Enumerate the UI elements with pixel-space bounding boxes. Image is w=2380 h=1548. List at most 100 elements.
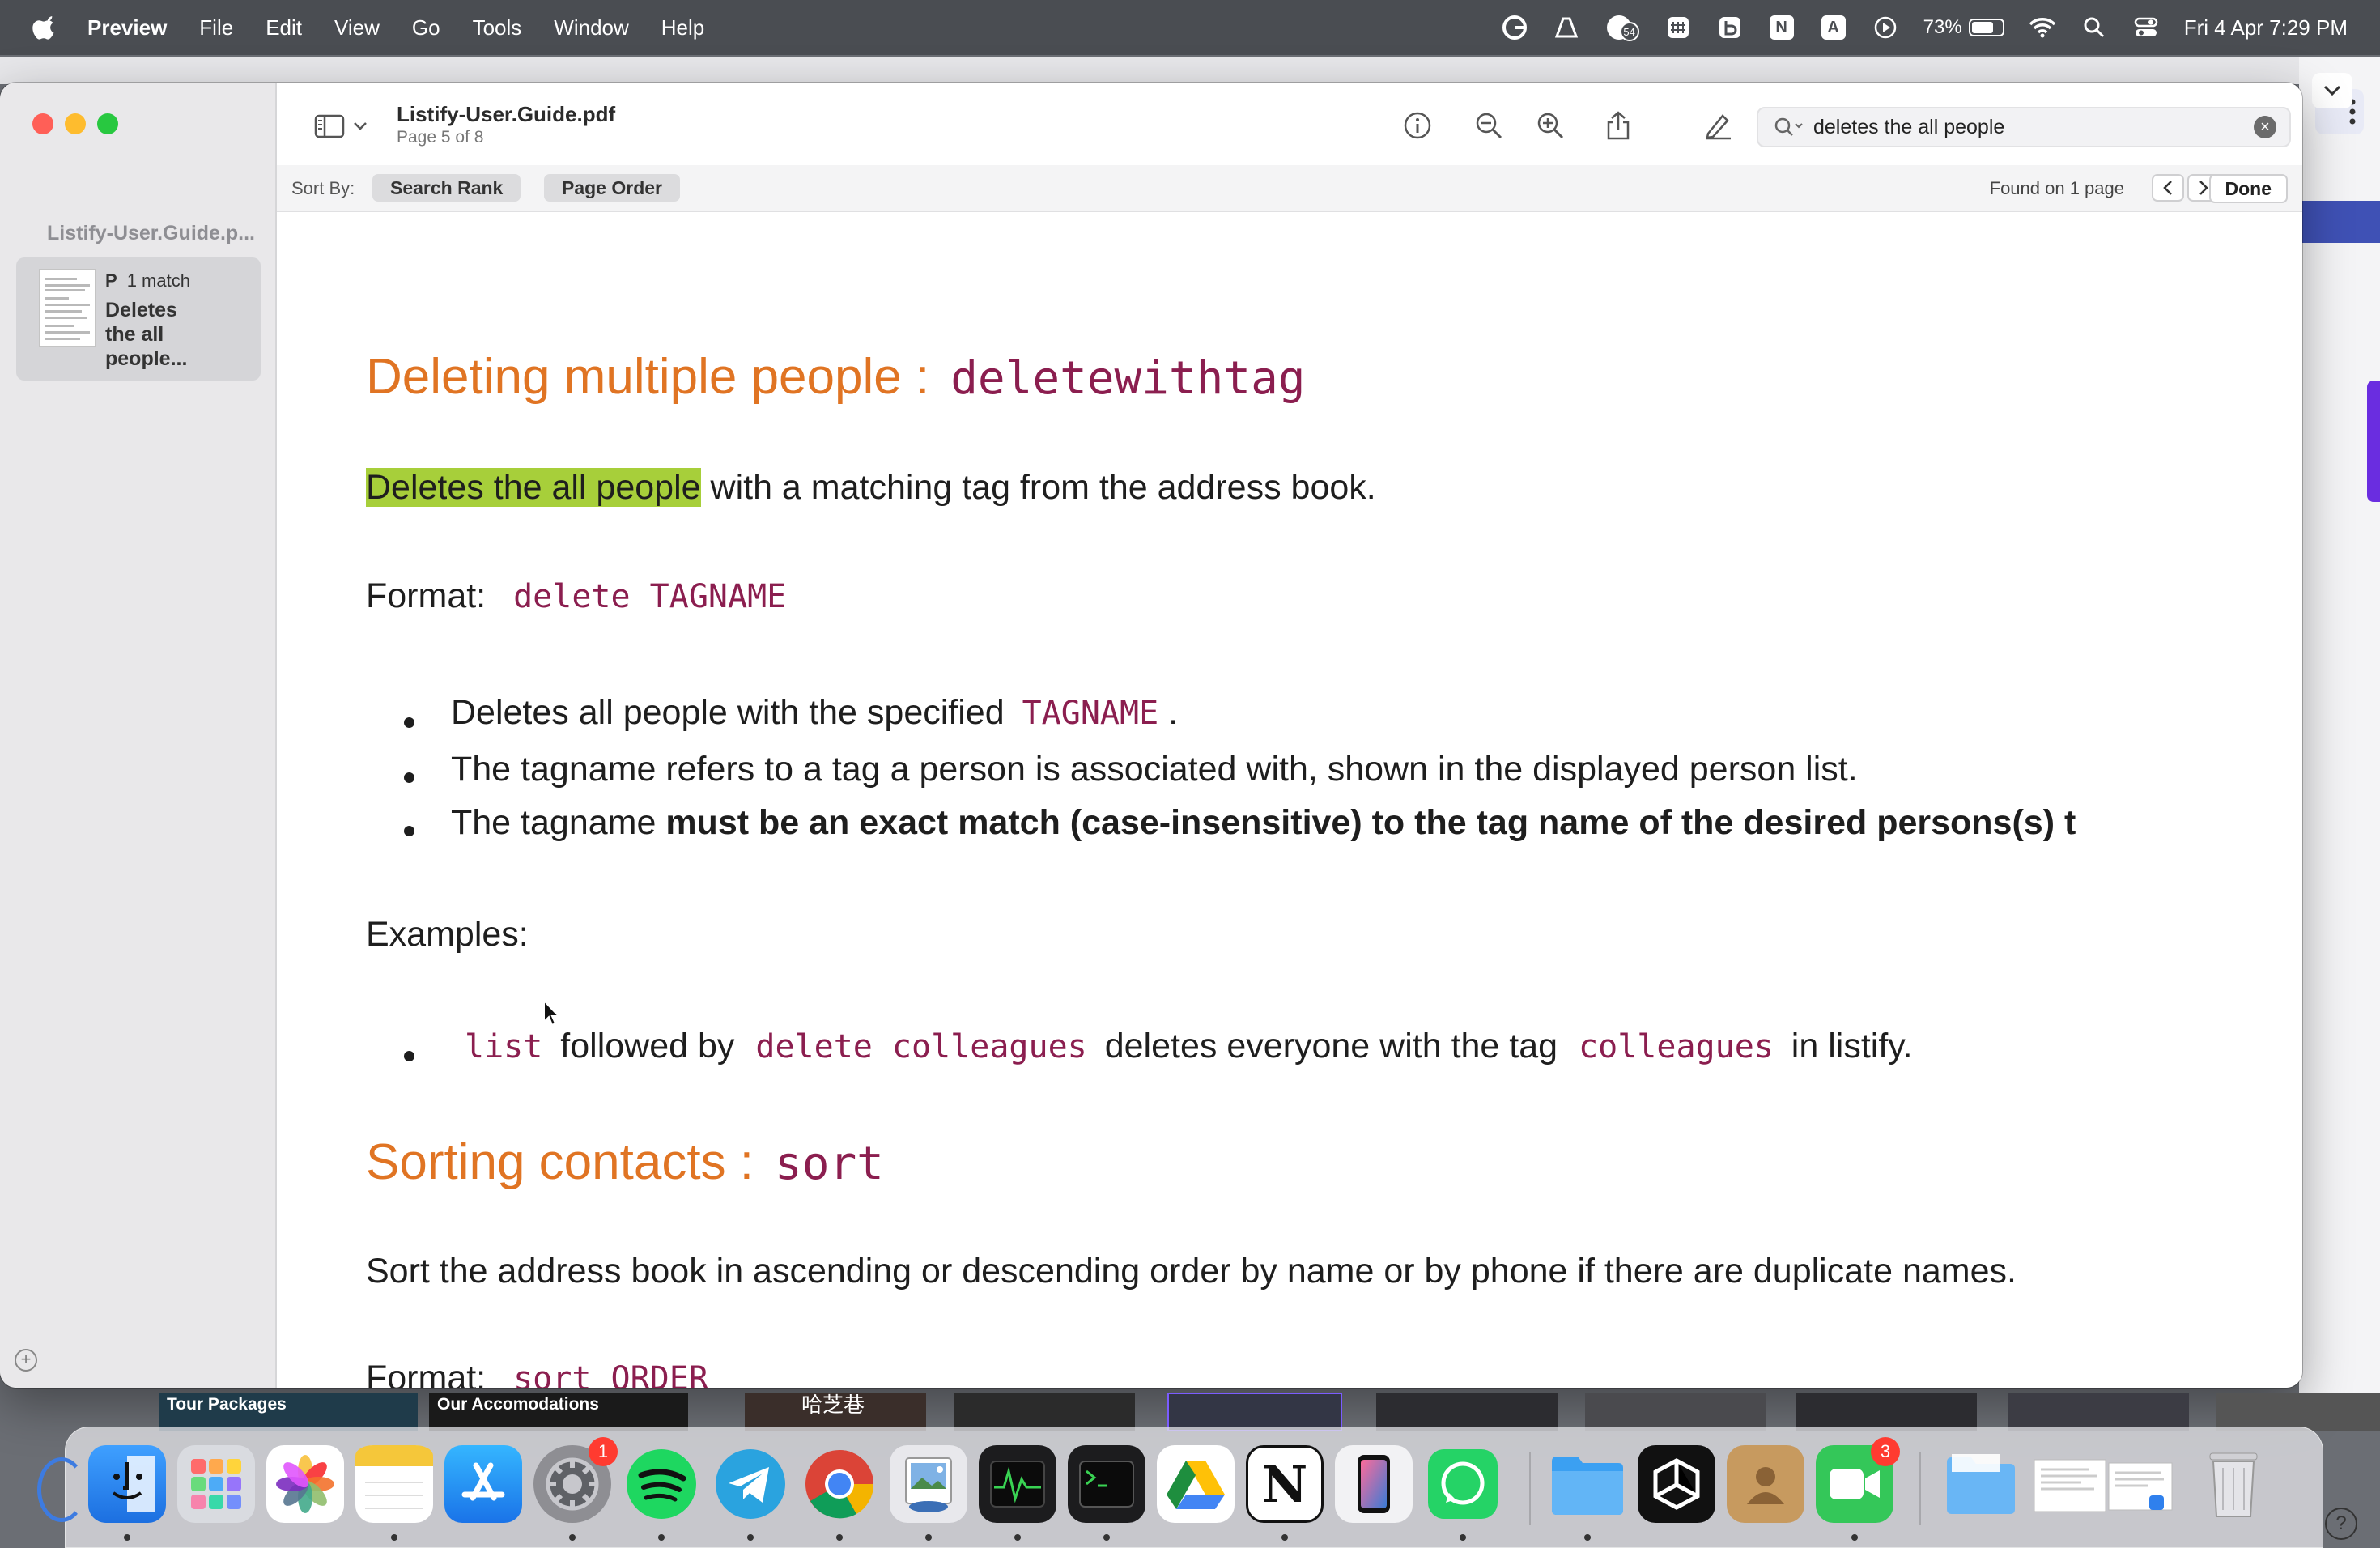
grid-tray-icon[interactable]: [1664, 14, 1692, 41]
intro-rest: with a matching tag from the address boo…: [700, 468, 1376, 507]
app-menu-preview[interactable]: Preview: [87, 15, 167, 40]
apple-menu-icon[interactable]: [32, 14, 57, 41]
running-indicator: [836, 1534, 843, 1541]
window-preview[interactable]: [954, 1393, 1135, 1431]
delete-format-line: Format: delete TAGNAME: [366, 576, 786, 616]
dock-separator: [1919, 1452, 1921, 1525]
notes-icon[interactable]: [355, 1445, 433, 1523]
sort-page-order-button[interactable]: Page Order: [544, 174, 680, 202]
markup-pen-icon[interactable]: [1700, 107, 1737, 144]
grammarly-icon[interactable]: [1501, 14, 1528, 41]
menu-edit[interactable]: Edit: [266, 15, 302, 40]
search-field[interactable]: deletes the all people ×: [1757, 107, 2291, 147]
spotlight-search-icon[interactable]: [2080, 14, 2108, 41]
window-preview[interactable]: [2216, 1393, 2380, 1431]
preview-app-icon[interactable]: [890, 1445, 967, 1523]
control-center-icon[interactable]: [2132, 14, 2160, 41]
text-tray-icon[interactable]: A: [1820, 14, 1847, 41]
iphone-mirroring-icon[interactable]: [1335, 1445, 1413, 1523]
running-indicator: [391, 1534, 397, 1541]
running-indicator: [1103, 1534, 1110, 1541]
menu-window[interactable]: Window: [554, 15, 628, 40]
window-preview-accomodations[interactable]: Our Accomodations: [429, 1393, 688, 1431]
downloads-folder-icon[interactable]: [1942, 1445, 2020, 1523]
menu-tools[interactable]: Tools: [473, 15, 522, 40]
contacts-icon[interactable]: [1727, 1445, 1804, 1523]
activity-monitor-icon[interactable]: [979, 1445, 1056, 1523]
running-indicator: [124, 1534, 130, 1541]
heading-text: Sorting contacts :: [366, 1134, 754, 1190]
codux-icon[interactable]: [1638, 1445, 1715, 1523]
sort-search-rank-button[interactable]: Search Rank: [372, 174, 521, 202]
window-preview[interactable]: [1376, 1393, 1558, 1431]
sidebar-toggle-button[interactable]: [314, 112, 380, 141]
notion-tray-letter: N: [1769, 15, 1794, 40]
bullet-dot: [404, 826, 414, 836]
background-app-corner-icon[interactable]: [37, 1457, 86, 1522]
help-icon[interactable]: ?: [2325, 1508, 2357, 1540]
previous-match-button[interactable]: [2152, 174, 2184, 202]
running-indicator: [658, 1534, 665, 1541]
minimize-window-button[interactable]: [65, 113, 86, 134]
info-icon[interactable]: [1399, 107, 1436, 144]
bullet-dot: [404, 1051, 414, 1061]
window-preview[interactable]: [1796, 1393, 1977, 1431]
add-icon[interactable]: +: [15, 1349, 37, 1372]
window-preview[interactable]: [1585, 1393, 1766, 1431]
notification-count: 54: [1623, 25, 1635, 38]
menu-go[interactable]: Go: [412, 15, 440, 40]
search-result-item[interactable]: P 1 match Deletes the all people...: [16, 257, 261, 381]
result-snippet: Deletes the all people...: [105, 299, 188, 370]
folder-icon[interactable]: [1549, 1445, 1626, 1523]
window-preview[interactable]: [1167, 1393, 1342, 1431]
magnifier-icon[interactable]: [1773, 115, 1805, 139]
heading-command: deletewithtag: [950, 352, 1306, 405]
result-meta: P 1 match: [105, 270, 190, 291]
search-input[interactable]: deletes the all people: [1813, 116, 2254, 139]
spotify-icon[interactable]: [623, 1445, 700, 1523]
done-button[interactable]: Done: [2208, 174, 2288, 203]
drive-tray-icon[interactable]: [1553, 14, 1580, 41]
app-store-icon[interactable]: [444, 1445, 522, 1523]
window-preview-photo[interactable]: 哈芝巷: [745, 1393, 926, 1431]
notification-count-icon[interactable]: 54: [1604, 14, 1640, 41]
clear-search-icon[interactable]: ×: [2254, 116, 2276, 138]
trash-icon[interactable]: [2195, 1445, 2272, 1523]
wifi-icon[interactable]: [2029, 14, 2056, 41]
running-indicator: [1014, 1534, 1021, 1541]
bear-tray-icon[interactable]: [1716, 14, 1744, 41]
facetime-icon[interactable]: 3: [1816, 1437, 1900, 1523]
photos-icon[interactable]: [266, 1445, 344, 1523]
menu-clock[interactable]: Fri 4 Apr 7:29 PM: [2184, 15, 2348, 40]
menu-view[interactable]: View: [334, 15, 380, 40]
zoom-in-icon[interactable]: [1532, 107, 1569, 144]
battery-status[interactable]: 73%: [1923, 16, 2004, 39]
notion-icon[interactable]: N: [1246, 1445, 1324, 1523]
format-label: Format:: [366, 1359, 487, 1388]
window-preview[interactable]: [2008, 1393, 2189, 1431]
fullscreen-window-button[interactable]: [97, 113, 118, 134]
google-drive-icon[interactable]: [1157, 1445, 1235, 1523]
menu-help[interactable]: Help: [661, 15, 704, 40]
dock-window-previews: Tour Packages Our Accomodations 哈芝巷: [154, 1393, 2380, 1431]
running-indicator: [747, 1534, 754, 1541]
play-tray-icon[interactable]: [1872, 14, 1899, 41]
result-match-count: 1 match: [126, 270, 190, 291]
finder-icon[interactable]: [88, 1445, 166, 1523]
sidebar-document-title: Listify-User.Guide.p...: [47, 222, 255, 245]
system-settings-icon[interactable]: 1: [533, 1437, 618, 1523]
recent-documents-stack-icon[interactable]: [2031, 1445, 2177, 1523]
telegram-icon[interactable]: [712, 1445, 789, 1523]
notion-tray-icon[interactable]: N: [1768, 14, 1796, 41]
example-code: delete colleagues: [755, 1028, 1087, 1065]
menu-file[interactable]: File: [199, 15, 233, 40]
terminal-icon[interactable]: [1068, 1445, 1145, 1523]
background-chevron-icon[interactable]: [2312, 73, 2352, 108]
share-icon[interactable]: [1600, 107, 1637, 144]
whatsapp-icon[interactable]: [1424, 1445, 1502, 1523]
launchpad-icon[interactable]: [177, 1445, 255, 1523]
close-window-button[interactable]: [32, 113, 53, 134]
chrome-icon[interactable]: [801, 1445, 878, 1523]
window-preview-tour[interactable]: Tour Packages: [159, 1393, 418, 1431]
zoom-out-icon[interactable]: [1470, 107, 1507, 144]
